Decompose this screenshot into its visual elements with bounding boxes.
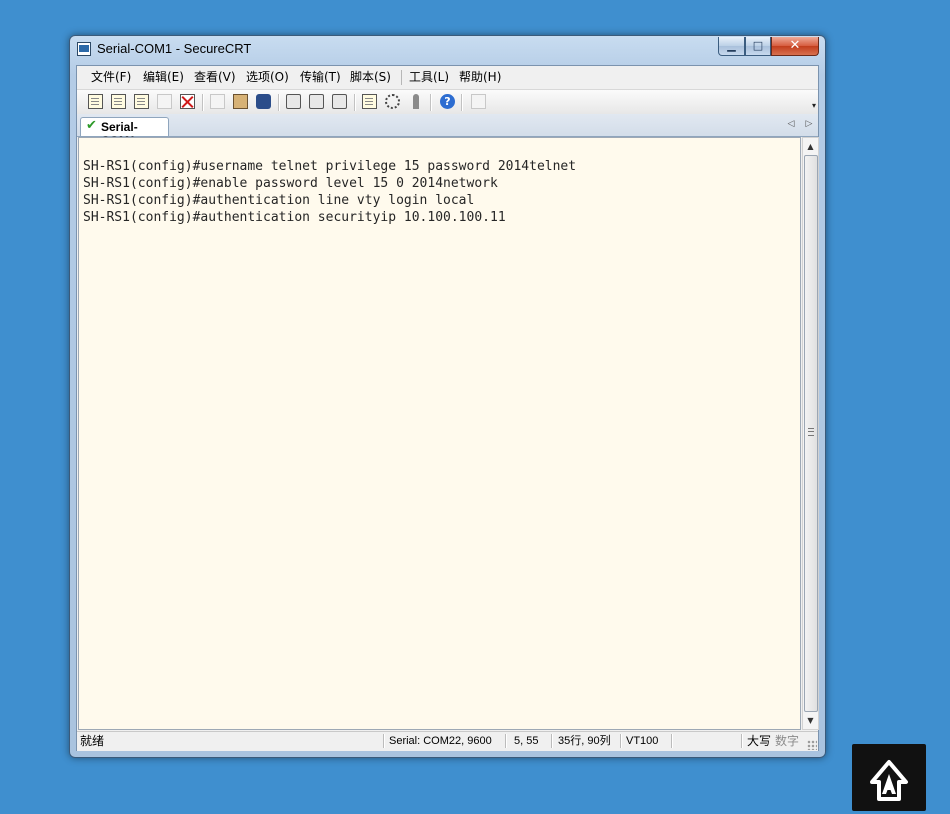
status-num-lock: 数字 [775,734,800,748]
scrollbar-grip-icon [808,428,814,436]
print-selection-icon [309,94,324,109]
keymap-icon [413,94,419,109]
connect-icon [88,94,103,109]
status-rows-cols: 35行, 90列 [558,735,611,747]
status-divider [741,734,743,748]
status-divider [383,734,385,748]
toolbar-separator [461,94,463,111]
client-area: 文件(F) 编辑(E) 查看(V) 选项(O) 传输(T) 脚本(S) 工具(L… [76,65,819,751]
status-divider [620,734,622,748]
help-button[interactable]: ? [439,93,456,110]
menu-file[interactable]: 文件(F) [86,69,136,85]
maximize-button[interactable]: □ [745,37,771,56]
menu-edit[interactable]: 编辑(E) [138,69,189,85]
find-icon [256,94,271,109]
print-selection-button[interactable] [308,93,325,110]
help-icon: ? [440,94,455,109]
status-terminal-type: VT100 [626,735,659,747]
session-options-icon [362,94,377,109]
reconnect-icon [157,94,172,109]
shield-a-logo-icon [870,760,908,801]
toolbar-separator [430,94,432,111]
global-options-icon [385,94,400,109]
scrollbar-thumb[interactable] [804,155,818,712]
disconnect-icon [180,94,195,109]
window-title: Serial-COM1 - SecureCRT [97,41,252,56]
close-button[interactable]: ✕ [771,37,819,56]
status-serial-port: Serial: COM22, 9600 [389,735,492,747]
session-tab-strip: ✔ Serial-COM1 ◁ ▷ [77,114,818,148]
menu-script[interactable]: 脚本(S) [345,69,396,85]
resize-grip-icon[interactable] [807,740,817,750]
print-setup-icon [332,94,347,109]
minimize-button[interactable]: ▁ [718,37,745,56]
status-divider [551,734,553,748]
connect-in-tab-button[interactable] [133,93,150,110]
status-ready: 就绪 [80,734,105,748]
log-session-button[interactable] [470,93,487,110]
securecrt-window: Serial-COM1 - SecureCRT ▁ □ ✕ 文件(F) 编辑(E… [69,35,826,758]
status-cursor-position: 5, 55 [514,735,539,747]
vertical-scrollbar[interactable]: ▲ ▼ [802,137,819,730]
terminal-line: SH-RS1(config)#enable password level 15 … [83,176,498,191]
status-divider [671,734,673,748]
menu-help[interactable]: 帮助(H) [454,69,506,85]
tab-serial-com1[interactable]: ✔ Serial-COM1 [80,117,169,148]
status-divider [505,734,507,748]
scroll-up-arrow-icon[interactable]: ▲ [803,138,818,155]
session-options-button[interactable] [361,93,378,110]
terminal-line: SH-RS1(config)#username telnet privilege… [83,159,577,174]
print-setup-button[interactable] [331,93,348,110]
find-button[interactable] [255,93,272,110]
scroll-down-arrow-icon[interactable]: ▼ [803,712,818,729]
tab-scroll-left-icon[interactable]: ◁ [784,117,798,131]
paste-button[interactable] [232,93,249,110]
menu-bar: 文件(F) 编辑(E) 查看(V) 选项(O) 传输(T) 脚本(S) 工具(L… [77,66,818,88]
menu-options[interactable]: 选项(O) [241,69,294,85]
paste-icon [233,94,248,109]
connected-check-icon: ✔ [86,118,97,133]
toolbar: ? ▾ [77,89,818,115]
status-caps-lock: 大写 [747,734,772,748]
title-bar[interactable]: Serial-COM1 - SecureCRT ▁ □ ✕ [70,36,825,63]
status-bar: 就绪 Serial: COM22, 9600 5, 55 35行, 90列 VT… [77,731,818,751]
connect-button[interactable] [87,93,104,110]
tab-scroll-right-icon[interactable]: ▷ [802,117,816,131]
terminal-line: SH-RS1(config)#authentication securityip… [83,210,506,225]
disconnect-button[interactable] [179,93,196,110]
print-screen-button[interactable] [285,93,302,110]
toolbar-separator [354,94,356,111]
quick-connect-icon [111,94,126,109]
menu-view[interactable]: 查看(V) [189,69,241,85]
connect-in-tab-icon [134,94,149,109]
print-screen-icon [286,94,301,109]
copy-button[interactable] [209,93,226,110]
terminal-line: SH-RS1(config)#authentication line vty l… [83,193,475,208]
securecrt-app-icon[interactable] [77,42,91,56]
menu-separator [401,70,402,85]
log-session-icon [471,94,486,109]
global-options-button[interactable] [384,93,401,110]
terminal-screen[interactable]: SH-RS1(config)#username telnet privilege… [78,137,801,730]
copy-icon [210,94,225,109]
menu-transfer[interactable]: 传输(T) [295,69,346,85]
reconnect-button[interactable] [156,93,173,110]
keymap-button[interactable] [407,93,424,110]
toolbar-separator [202,94,204,111]
watermark-logo [852,744,926,811]
menu-tools[interactable]: 工具(L) [404,69,454,85]
toolbar-separator [278,94,280,111]
quick-connect-button[interactable] [110,93,127,110]
toolbar-overflow-chevron-icon[interactable]: ▾ [812,102,816,110]
